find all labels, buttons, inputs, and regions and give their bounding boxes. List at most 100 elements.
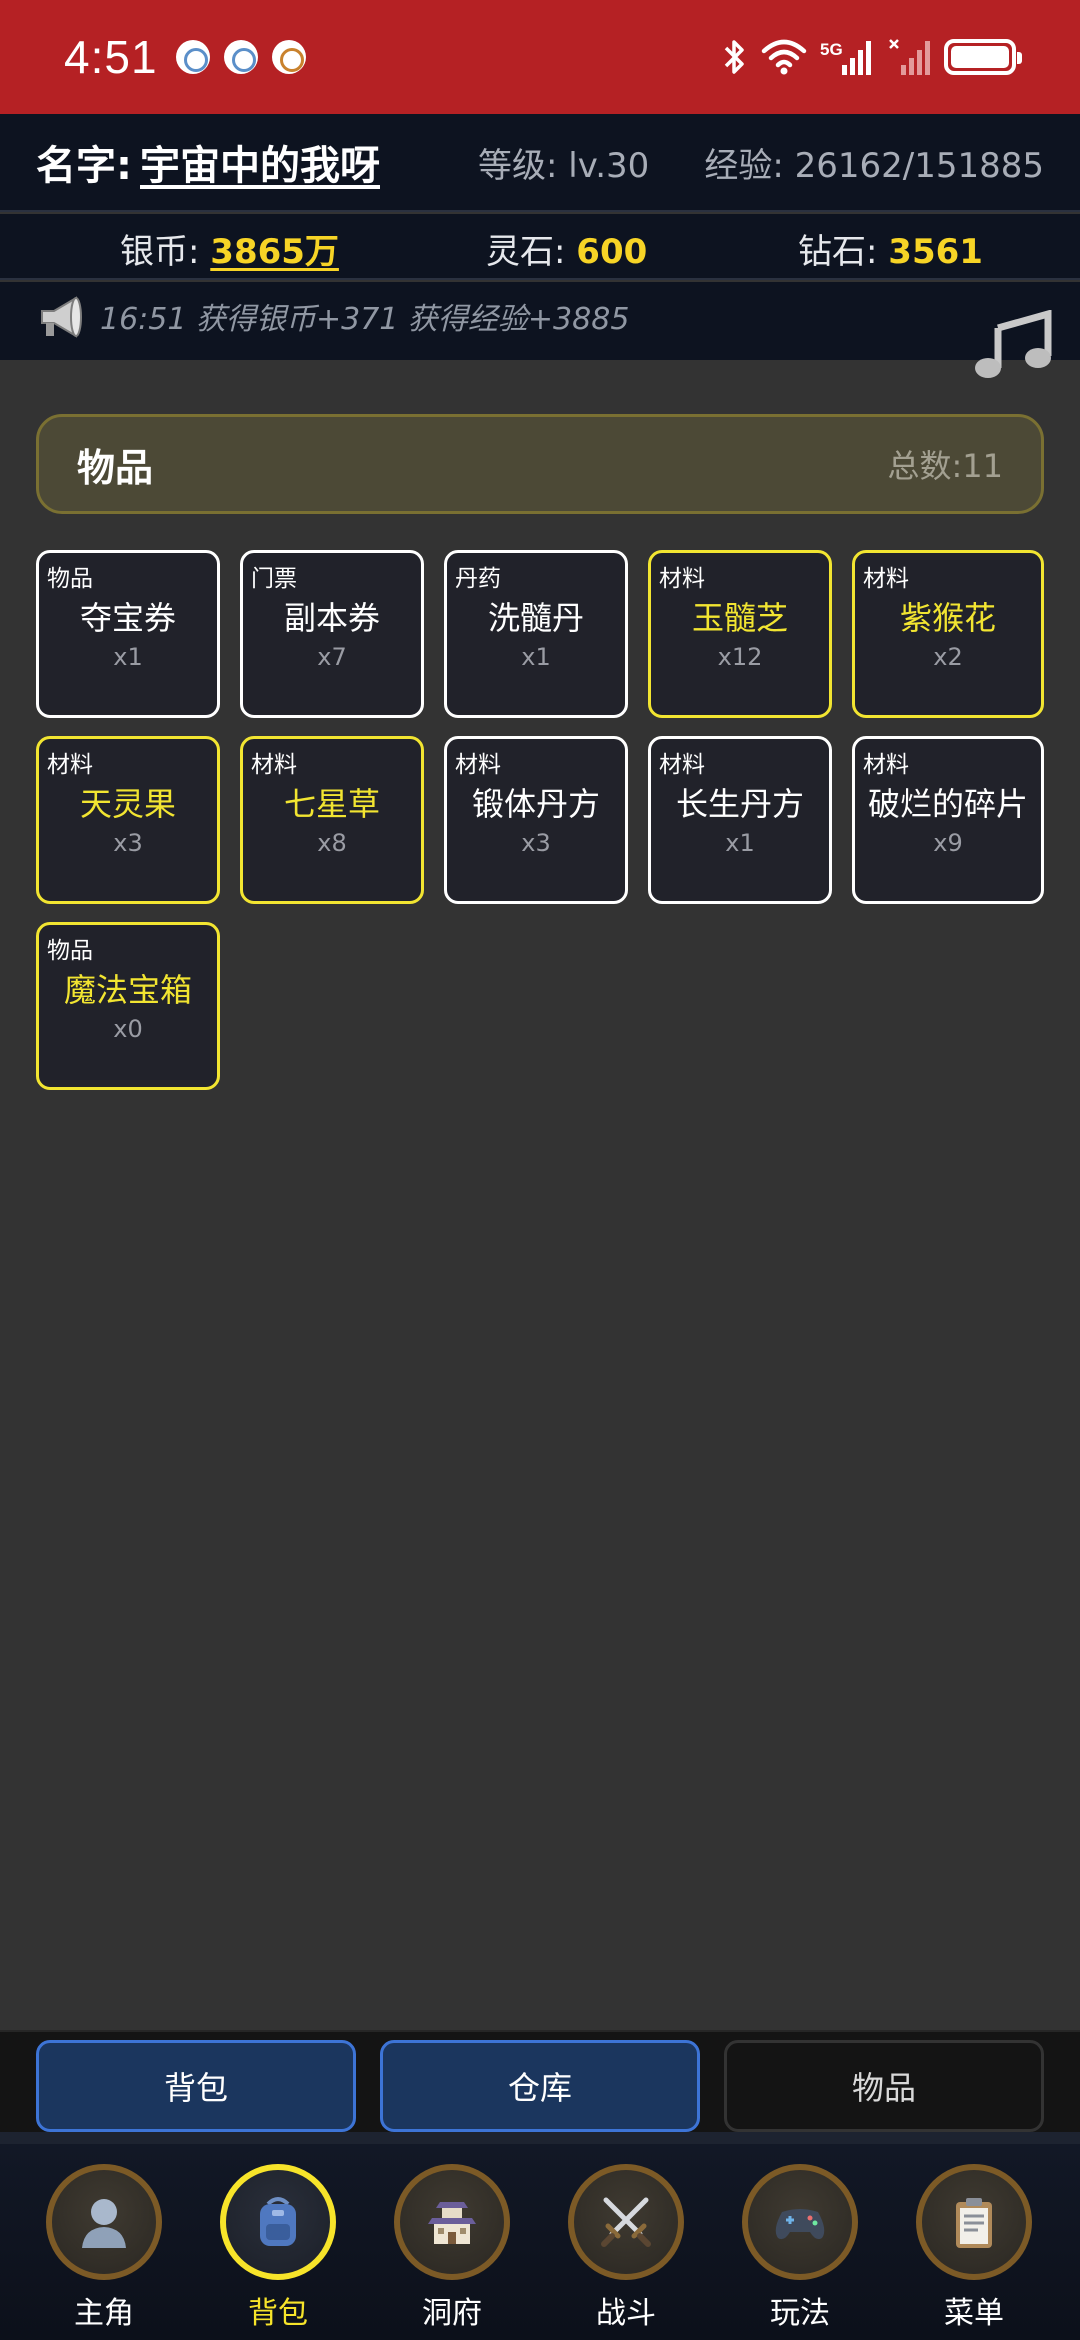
diamond-value: 3561 [888,232,983,272]
tab-backpack[interactable]: 背包 [36,2040,356,2132]
gamepad-icon [742,2164,858,2280]
message-log-text: 16:51 获得银币+371 获得经验+3885 [100,302,630,337]
nav-item-battle[interactable]: 战斗 [568,2164,684,2334]
item-category: 门票 [251,566,297,592]
inventory-item[interactable]: 材料 破烂的碎片 x9 [852,736,1044,904]
wifi-icon [760,37,808,77]
inventory-item[interactable]: 物品 魔法宝箱 x0 [36,922,220,1090]
item-name: 紫猴花 [899,599,996,637]
notification-icons [175,40,306,74]
nav-label: 主角 [74,2296,134,2331]
tab-items[interactable]: 物品 [724,2040,1044,2132]
item-name: 破烂的碎片 [867,785,1028,823]
crossed-swords-icon [568,2164,684,2280]
player-exp: 经验: 26162/151885 [704,145,1044,186]
inventory-grid: 物品 夺宝券 x1 门票 副本券 x7 丹药 洗髓丹 x1 材料 玉髓芝 x12… [36,550,1044,1090]
spirit-stone-value: 600 [576,232,648,272]
inventory-item[interactable]: 门票 副本券 x7 [240,550,424,718]
bottom-navigation: 主角 背包 洞府 战斗 玩法 菜单 [0,2144,1080,2340]
nav-label: 背包 [248,2296,308,2331]
bluetooth-icon [722,37,748,77]
battery-icon [944,39,1022,75]
spirit-stone-currency: 灵石: 600 [486,224,647,273]
nav-item-cave-abode[interactable]: 洞府 [394,2164,510,2334]
app-notification-icon [271,40,306,74]
inventory-item[interactable]: 材料 天灵果 x3 [36,736,220,904]
spirit-stone-label: 灵石: [486,232,566,272]
diamond-currency: 钻石: 3561 [798,224,983,273]
player-name[interactable]: 宇宙中的我呀 [140,133,380,191]
app-notification-icon [175,40,210,74]
nav-item-gameplay[interactable]: 玩法 [742,2164,858,2334]
item-category: 丹药 [455,566,501,592]
inventory-item[interactable]: 丹药 洗髓丹 x1 [444,550,628,718]
signal-5g-icon: 5G [820,37,876,77]
silver-value[interactable]: 3865万 [210,232,339,272]
item-category: 材料 [47,752,93,778]
item-name: 长生丹方 [675,785,804,823]
status-bar: 4:51 5G [0,0,1080,114]
item-name: 副本券 [283,599,380,637]
inventory-item[interactable]: 材料 锻体丹方 x3 [444,736,628,904]
backpack-icon [220,2164,336,2280]
silver-currency: 银币: 3865万 [120,224,339,273]
item-name: 天灵果 [79,785,176,823]
item-quantity: x3 [521,829,551,857]
tab-warehouse[interactable]: 仓库 [380,2040,700,2132]
item-quantity: x12 [717,643,763,671]
item-quantity: x3 [113,829,143,857]
item-name: 锻体丹方 [471,785,600,823]
item-category: 材料 [659,752,705,778]
item-quantity: x7 [317,643,347,671]
nav-item-character[interactable]: 主角 [46,2164,162,2334]
item-quantity: x1 [113,643,143,671]
nav-divider [0,2132,1080,2144]
music-note-icon[interactable] [966,309,1056,386]
item-quantity: x9 [933,829,963,857]
item-name: 玉髓芝 [691,599,788,637]
item-quantity: x1 [725,829,755,857]
item-quantity: x0 [113,1015,143,1043]
item-category: 材料 [251,752,297,778]
item-category: 物品 [47,566,93,592]
currency-bar: 银币: 3865万 灵石: 600 钻石: 3561 [0,214,1080,280]
player-name-label: 名字: [36,143,132,189]
item-category: 材料 [863,752,909,778]
item-category: 材料 [863,566,909,592]
player-level: 等级: lv.30 [478,145,650,186]
status-time: 4:51 [64,31,158,83]
item-quantity: x2 [933,643,963,671]
app-notification-icon [223,40,258,74]
nav-label: 洞府 [422,2296,482,2331]
inventory-header: 物品 总数:11 [36,414,1044,514]
item-category: 材料 [455,752,501,778]
item-name: 洗髓丹 [487,599,584,637]
signal-no-service-icon [888,37,932,77]
nav-item-menu[interactable]: 菜单 [916,2164,1032,2334]
inventory-item[interactable]: 材料 长生丹方 x1 [648,736,832,904]
nav-label: 菜单 [944,2296,1004,2331]
nav-item-backpack[interactable]: 背包 [220,2164,336,2334]
silver-label: 银币: [120,232,200,272]
svg-text:5G: 5G [820,40,843,59]
inventory-tab-strip: 背包 仓库 物品 [0,2030,1080,2132]
item-category: 材料 [659,566,705,592]
item-category: 物品 [47,938,93,964]
message-log-bar: 16:51 获得银币+371 获得经验+3885 [0,282,1080,378]
diamond-label: 钻石: [798,232,878,272]
clipboard-icon [916,2164,1032,2280]
system-icons: 5G [722,37,1022,77]
item-name: 七星草 [283,785,380,823]
nav-label: 战斗 [596,2296,656,2331]
nav-label: 玩法 [770,2296,830,2331]
item-quantity: x1 [521,643,551,671]
inventory-item[interactable]: 材料 紫猴花 x2 [852,550,1044,718]
item-name: 夺宝券 [79,599,176,637]
inventory-item[interactable]: 材料 玉髓芝 x12 [648,550,832,718]
character-icon [46,2164,162,2280]
inventory-total-count: 总数:11 [887,447,1003,485]
inventory-item[interactable]: 物品 夺宝券 x1 [36,550,220,718]
inventory-item[interactable]: 材料 七星草 x8 [240,736,424,904]
palace-icon [394,2164,510,2280]
player-header: 名字: 宇宙中的我呀 等级: lv.30 经验: 26162/151885 [0,114,1080,212]
